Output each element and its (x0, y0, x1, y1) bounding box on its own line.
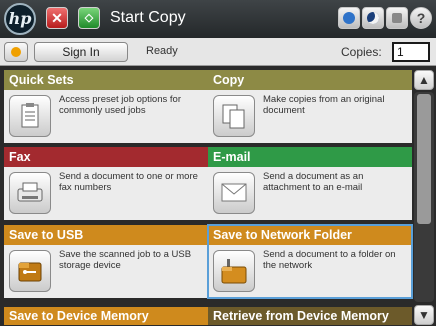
tile-title: Copy (208, 70, 412, 90)
tile-description: Send a document to a folder on the netwo… (263, 249, 396, 271)
scroll-up-button[interactable]: ▲ (414, 70, 434, 90)
usb-icon (9, 250, 51, 292)
copy-icon (213, 95, 255, 137)
top-bar: hp ✕ ◇ Start Copy ? (0, 0, 436, 38)
tile-description: Access preset job options for commonly u… (59, 94, 181, 116)
sign-in-button[interactable]: Sign In (34, 42, 128, 62)
scrollbar-track[interactable] (414, 92, 434, 302)
sleep-icon[interactable] (362, 7, 384, 29)
language-icon[interactable] (386, 7, 408, 29)
network-folder-icon (213, 250, 255, 292)
tile-save-to-device-memory[interactable]: Save to Device Memory (4, 307, 208, 325)
tile-title: Quick Sets (4, 70, 208, 90)
tile-description: Send a document as an attachment to an e… (263, 171, 364, 193)
tile-title: Save to USB (4, 225, 208, 245)
quick-sets-icon (9, 95, 51, 137)
stop-button[interactable]: ✕ (46, 7, 68, 29)
start-button[interactable]: ◇ (78, 7, 100, 29)
tile-quick-sets[interactable]: Quick Sets Access preset job options for… (4, 70, 208, 143)
tile-title: Fax (4, 147, 208, 167)
fax-icon (9, 172, 51, 214)
tile-fax[interactable]: Fax Send a document to one or more fax n… (4, 147, 208, 220)
tile-title: E-mail (208, 147, 412, 167)
status-text: Ready (146, 45, 178, 57)
tile-save-to-usb[interactable]: Save to USB Save the scanned job to a US… (4, 225, 208, 298)
page-title: Start Copy (110, 9, 186, 26)
network-icon[interactable] (338, 7, 360, 29)
copies-input[interactable]: 1 (392, 42, 430, 62)
start-icon: ◇ (84, 12, 94, 24)
home-button[interactable] (4, 42, 28, 62)
status-bar: Sign In Ready Copies: 1 (0, 38, 436, 66)
tile-retrieve-from-device-memory[interactable]: Retrieve from Device Memory (208, 307, 412, 325)
tile-description: Save the scanned job to a USB storage de… (59, 249, 192, 271)
tile-title: Save to Network Folder (208, 225, 412, 245)
tile-save-to-network-folder[interactable]: Save to Network Folder Send a document t… (207, 224, 413, 299)
tile-description: Make copies from an original document (263, 94, 385, 116)
copies-label: Copies: (341, 45, 382, 59)
hp-logo-icon: hp (4, 3, 36, 35)
scrollbar-thumb[interactable] (417, 94, 431, 224)
stop-icon: ✕ (51, 10, 63, 26)
help-icon[interactable]: ? (410, 7, 432, 29)
email-icon (213, 172, 255, 214)
tile-email[interactable]: E-mail Send a document as an attachment … (208, 147, 412, 220)
tile-description: Send a document to one or more fax numbe… (59, 171, 198, 193)
scroll-down-button[interactable]: ▼ (414, 305, 434, 325)
tile-copy[interactable]: Copy Make copies from an original docume… (208, 70, 412, 143)
